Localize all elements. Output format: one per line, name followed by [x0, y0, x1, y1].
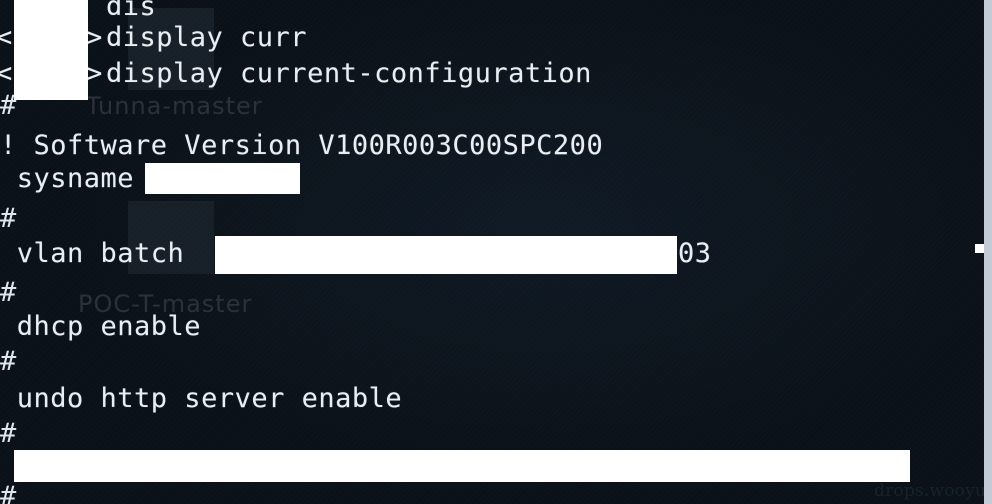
console-line-sysname: sysname: [0, 163, 135, 194]
console-line-vlan-batch-suffix: 03: [678, 238, 712, 269]
console-separator-2: #: [0, 203, 17, 234]
console-line-undo-http-server: undo http server enable: [0, 383, 403, 414]
prompt-angle-icon-2: <: [0, 58, 13, 89]
console-line-display-current-configuration: display current-configuration: [106, 58, 592, 89]
watermark-tunna: Tunna-master: [86, 92, 263, 120]
terminal-window: Tunna-master POC-T-master drops.wooyun.o…: [0, 0, 992, 504]
vertical-scrollbar[interactable]: [984, 0, 992, 504]
console-separator-3: #: [0, 277, 17, 308]
console-line-dis: dis: [106, 0, 157, 22]
prompt-angle-icon-1: <: [0, 22, 13, 53]
console-line-software-version: ! Software Version V100R003C00SPC200: [0, 130, 604, 161]
scrollbar-thumb[interactable]: [984, 0, 992, 504]
console-separator-5: #: [0, 418, 17, 449]
redaction-bottom-line: [14, 450, 910, 482]
watermark-site: drops.wooyun.org: [874, 481, 992, 501]
console-line-display-curr: display curr: [106, 22, 308, 53]
redaction-sysname: [145, 163, 300, 194]
console-arrow-icon-1: >: [86, 22, 103, 53]
console-separator-6: #: [0, 481, 17, 504]
console-separator-4: #: [0, 346, 17, 377]
console-arrow-icon-2: >: [86, 58, 103, 89]
console-line-vlan-batch: vlan batch: [0, 238, 185, 269]
redaction-vlan-list: [215, 236, 677, 274]
redaction-hostname: [14, 0, 88, 100]
scrollbar-marker: [975, 244, 984, 253]
console-line-dhcp-enable: dhcp enable: [0, 311, 202, 342]
